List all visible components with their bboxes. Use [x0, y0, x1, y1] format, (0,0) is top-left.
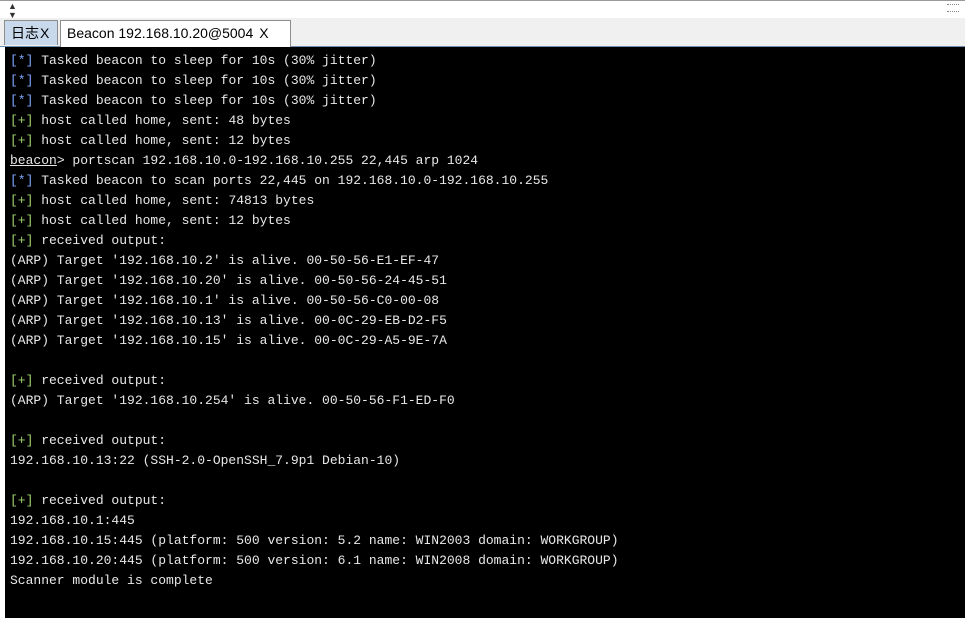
console-line: 192.168.10.13:22 (SSH-2.0-OpenSSH_7.9p1 …: [10, 451, 965, 471]
console-line: (ARP) Target '192.168.10.2' is alive. 00…: [10, 251, 965, 271]
status-tag: [+]: [10, 213, 34, 228]
tab-log-close-icon[interactable]: X: [40, 25, 49, 41]
console-line: [*] Tasked beacon to sleep for 10s (30% …: [10, 91, 965, 111]
console-line: (ARP) Target '192.168.10.254' is alive. …: [10, 391, 965, 411]
console-line-text: (ARP) Target '192.168.10.2' is alive. 00…: [10, 253, 440, 268]
console-line-text: (ARP) Target '192.168.10.15' is alive. 0…: [10, 333, 447, 348]
console-line: (ARP) Target '192.168.10.1' is alive. 00…: [10, 291, 965, 311]
status-tag: [+]: [10, 433, 34, 448]
console-line-text: host called home, sent: 12 bytes: [33, 133, 291, 148]
console-line: [*] Tasked beacon to sleep for 10s (30% …: [10, 51, 965, 71]
status-tag: [*]: [10, 73, 34, 88]
console-line-text: received output:: [33, 433, 167, 448]
status-tag: [+]: [10, 133, 34, 148]
console-line-text: host called home, sent: 12 bytes: [33, 213, 291, 228]
console-line-text: received output:: [33, 233, 167, 248]
console-line: [+] received output:: [10, 431, 965, 451]
console-line: (ARP) Target '192.168.10.13' is alive. 0…: [10, 311, 965, 331]
status-tag: [+]: [10, 113, 34, 128]
status-tag: [*]: [10, 173, 34, 188]
console-line: (ARP) Target '192.168.10.20' is alive. 0…: [10, 271, 965, 291]
tab-bar: 日志X Beacon 192.168.10.20@5004 X: [0, 18, 965, 47]
status-tag: [+]: [10, 193, 34, 208]
console-line-text: 192.168.10.15:445 (platform: 500 version…: [10, 533, 619, 548]
console-line-text: (ARP) Target '192.168.10.20' is alive. 0…: [10, 273, 447, 288]
console-line-text: (ARP) Target '192.168.10.254' is alive. …: [10, 393, 455, 408]
console-line-text: Tasked beacon to sleep for 10s (30% jitt…: [33, 93, 377, 108]
console-line: [+] host called home, sent: 74813 bytes: [10, 191, 965, 211]
console-line: beacon> portscan 192.168.10.0-192.168.10…: [10, 151, 965, 171]
tab-log[interactable]: 日志X: [4, 20, 58, 45]
console-line-text: received output:: [33, 373, 167, 388]
console-line-text: Scanner module is complete: [10, 573, 213, 588]
tab-beacon[interactable]: Beacon 192.168.10.20@5004 X: [60, 20, 291, 47]
console-line-text: Tasked beacon to sleep for 10s (30% jitt…: [33, 53, 377, 68]
console-line-text: 192.168.10.1:445: [10, 513, 135, 528]
console-line: 192.168.10.1:445: [10, 511, 965, 531]
status-tag: [*]: [10, 93, 34, 108]
console-line: [+] received output:: [10, 491, 965, 511]
console-line-text: (ARP) Target '192.168.10.13' is alive. 0…: [10, 313, 447, 328]
console-line: [+] host called home, sent: 48 bytes: [10, 111, 965, 131]
console-line: [+] received output:: [10, 231, 965, 251]
status-tag: [+]: [10, 373, 34, 388]
status-tag: [+]: [10, 493, 34, 508]
status-tag: [*]: [10, 53, 34, 68]
status-tag: [+]: [10, 233, 34, 248]
top-strip: ▲ ▼: [0, 0, 965, 20]
console-line: Scanner module is complete: [10, 571, 965, 591]
tab-beacon-label: Beacon 192.168.10.20@5004: [67, 25, 254, 41]
tab-beacon-close-icon[interactable]: X: [259, 25, 268, 41]
console-line: [*] Tasked beacon to scan ports 22,445 o…: [10, 171, 965, 191]
prompt-label: beacon: [10, 153, 57, 168]
console-line-text: 192.168.10.13:22 (SSH-2.0-OpenSSH_7.9p1 …: [10, 453, 401, 468]
console-line: 192.168.10.15:445 (platform: 500 version…: [10, 531, 965, 551]
console-line-text: host called home, sent: 74813 bytes: [33, 193, 315, 208]
console-line-text: received output:: [33, 493, 167, 508]
console-line: 192.168.10.20:445 (platform: 500 version…: [10, 551, 965, 571]
console-line: [+] host called home, sent: 12 bytes: [10, 131, 965, 151]
console-line-text: 192.168.10.20:445 (platform: 500 version…: [10, 553, 619, 568]
console-line-text: (ARP) Target '192.168.10.1' is alive. 00…: [10, 293, 440, 308]
console-line-text: Tasked beacon to scan ports 22,445 on 19…: [33, 173, 549, 188]
console-line-text: Tasked beacon to sleep for 10s (30% jitt…: [33, 73, 377, 88]
console-line: [+] received output:: [10, 371, 965, 391]
console-line: (ARP) Target '192.168.10.15' is alive. 0…: [10, 331, 965, 351]
console-line-text: host called home, sent: 48 bytes: [33, 113, 291, 128]
console-line-text: > portscan 192.168.10.0-192.168.10.255 2…: [56, 153, 479, 168]
beacon-console-output[interactable]: [*] Tasked beacon to sleep for 10s (30% …: [5, 47, 965, 618]
console-line: [+] host called home, sent: 12 bytes: [10, 211, 965, 231]
drag-grip-icon[interactable]: [947, 4, 959, 12]
tab-log-label: 日志: [11, 25, 39, 41]
console-line: [*] Tasked beacon to sleep for 10s (30% …: [10, 71, 965, 91]
